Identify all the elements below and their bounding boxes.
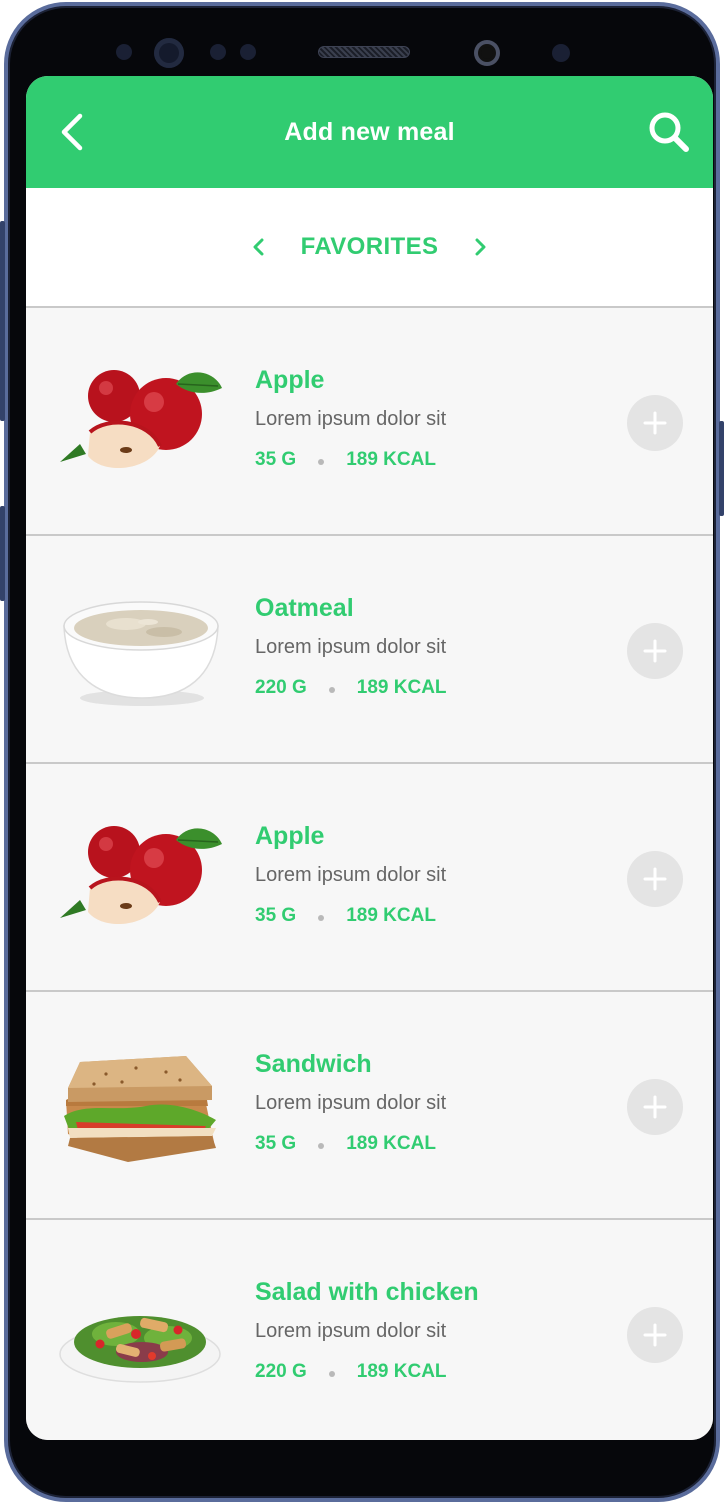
plus-icon bbox=[643, 867, 667, 891]
separator-dot bbox=[328, 687, 335, 693]
meal-calories: 189 KCAL bbox=[346, 449, 436, 470]
apple-image bbox=[60, 826, 222, 925]
meal-name: Sandwich bbox=[255, 1050, 372, 1078]
meal-calories: 189 KCAL bbox=[356, 1361, 447, 1382]
meal-weight: 220 G bbox=[255, 677, 307, 698]
meal-calories: 189 KCAL bbox=[356, 677, 447, 698]
meal-item[interactable]: Apple Lorem ipsum dolor sit 35 G 189 KCA… bbox=[26, 764, 713, 992]
power-button bbox=[719, 421, 724, 516]
meal-calories: 189 KCAL bbox=[346, 905, 436, 926]
meal-info: Apple Lorem ipsum dolor sit 35 G 189 KCA… bbox=[255, 821, 446, 927]
separator-dot bbox=[318, 915, 325, 921]
meal-name: Apple bbox=[255, 822, 325, 850]
meal-stats: 35 G 189 KCAL bbox=[255, 1133, 446, 1155]
meal-info: Oatmeal Lorem ipsum dolor sit 220 G 189 … bbox=[255, 593, 447, 699]
add-meal-button[interactable] bbox=[627, 851, 683, 907]
chevron-left-icon bbox=[253, 238, 264, 256]
meal-info: Apple Lorem ipsum dolor sit 35 G 189 KCA… bbox=[255, 365, 446, 471]
meal-description: Lorem ipsum dolor sit bbox=[255, 408, 447, 430]
meal-list: Apple Lorem ipsum dolor sit 35 G 189 KCA… bbox=[26, 308, 713, 1440]
plus-icon bbox=[643, 411, 667, 435]
meal-item[interactable]: Salad with chicken Lorem ipsum dolor sit… bbox=[26, 1220, 713, 1440]
sensor-dot bbox=[116, 44, 132, 60]
plus-icon bbox=[643, 639, 667, 663]
add-meal-button[interactable] bbox=[627, 395, 683, 451]
chevron-left-icon bbox=[61, 113, 83, 151]
sensor-bar bbox=[8, 6, 724, 76]
separator-dot bbox=[328, 1371, 335, 1377]
search-button[interactable] bbox=[647, 110, 691, 154]
next-category-button[interactable] bbox=[460, 227, 500, 267]
meal-info: Sandwich Lorem ipsum dolor sit 35 G 189 … bbox=[255, 1049, 446, 1155]
meal-stats: 35 G 189 KCAL bbox=[255, 905, 446, 927]
search-icon bbox=[649, 112, 689, 152]
meal-name: Apple bbox=[255, 366, 325, 394]
sandwich-image bbox=[64, 1056, 216, 1162]
front-camera bbox=[154, 38, 184, 68]
plus-icon bbox=[643, 1095, 667, 1119]
meal-stats: 220 G 189 KCAL bbox=[255, 1361, 479, 1383]
page-title: Add new meal bbox=[284, 117, 455, 146]
chevron-right-icon bbox=[475, 238, 486, 256]
meal-description: Lorem ipsum dolor sit bbox=[255, 864, 447, 886]
meal-stats: 220 G 189 KCAL bbox=[255, 677, 447, 699]
meal-stats: 35 G 189 KCAL bbox=[255, 449, 446, 471]
app-screen: Add new meal FAVORITES Apple Lorem ipsum… bbox=[26, 76, 713, 1440]
volume-button bbox=[0, 221, 5, 421]
earpiece-speaker bbox=[318, 46, 410, 58]
add-meal-button[interactable] bbox=[627, 1079, 683, 1135]
meal-weight: 35 G bbox=[255, 449, 297, 470]
meal-weight: 35 G bbox=[255, 1133, 297, 1154]
meal-description: Lorem ipsum dolor sit bbox=[255, 1092, 447, 1114]
meal-description: Lorem ipsum dolor sit bbox=[255, 1320, 447, 1342]
app-bar: Add new meal bbox=[26, 76, 713, 188]
back-button[interactable] bbox=[58, 112, 94, 152]
category-switcher: FAVORITES bbox=[26, 188, 713, 308]
add-meal-button[interactable] bbox=[627, 623, 683, 679]
meal-item[interactable]: Sandwich Lorem ipsum dolor sit 35 G 189 … bbox=[26, 992, 713, 1220]
phone-frame: Add new meal FAVORITES Apple Lorem ipsum… bbox=[0, 2, 724, 1502]
add-meal-button[interactable] bbox=[627, 1307, 683, 1363]
meal-weight: 220 G bbox=[255, 1361, 307, 1382]
prev-category-button[interactable] bbox=[239, 227, 279, 267]
meal-item[interactable]: Apple Lorem ipsum dolor sit 35 G 189 KCA… bbox=[26, 308, 713, 536]
separator-dot bbox=[318, 459, 325, 465]
category-label: FAVORITES bbox=[300, 233, 439, 260]
iris-scanner bbox=[474, 40, 500, 66]
oatmeal-image bbox=[63, 601, 219, 706]
meal-item[interactable]: Oatmeal Lorem ipsum dolor sit 220 G 189 … bbox=[26, 536, 713, 764]
bixby-button bbox=[0, 506, 5, 601]
plus-icon bbox=[643, 1323, 667, 1347]
meal-calories: 189 KCAL bbox=[346, 1133, 436, 1154]
meal-info: Salad with chicken Lorem ipsum dolor sit… bbox=[255, 1277, 479, 1383]
meal-name: Oatmeal bbox=[255, 594, 354, 622]
separator-dot bbox=[318, 1143, 325, 1149]
meal-description: Lorem ipsum dolor sit bbox=[255, 636, 447, 658]
sensor-dot bbox=[240, 44, 256, 60]
sensor-dot bbox=[552, 44, 570, 62]
sensor-dot bbox=[210, 44, 226, 60]
salad-image bbox=[59, 1316, 221, 1383]
meal-weight: 35 G bbox=[255, 905, 297, 926]
meal-name: Salad with chicken bbox=[255, 1278, 479, 1306]
apple-image bbox=[60, 370, 222, 469]
